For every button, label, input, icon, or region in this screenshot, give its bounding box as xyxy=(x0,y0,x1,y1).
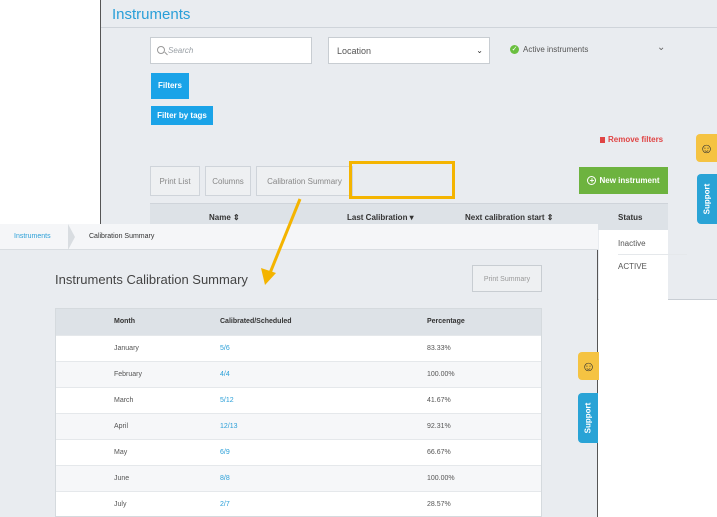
columns-button[interactable]: Columns xyxy=(205,166,251,196)
support-button[interactable]: Support xyxy=(697,174,717,224)
location-value: Location xyxy=(337,46,372,56)
table-row: April 12/13 92.31% xyxy=(56,413,541,439)
column-next-calibration[interactable]: Next calibration start ⇕ xyxy=(465,213,554,222)
percentage-cell: 28.57% xyxy=(427,501,451,508)
table-row: May 6/9 66.67% xyxy=(56,439,541,465)
smiley-icon: ☺ xyxy=(581,358,596,374)
summary-table-header: Month Calibrated/Scheduled Percentage xyxy=(56,309,541,335)
highlight-box xyxy=(349,161,455,199)
support-button[interactable]: Support xyxy=(578,393,598,443)
percentage-cell: 100.00% xyxy=(427,475,455,482)
ratio-link[interactable]: 4/4 xyxy=(220,371,230,378)
month-cell: April xyxy=(114,423,129,430)
month-cell: July xyxy=(114,501,127,508)
calibration-summary-window: Instruments Calibration Summary Instrume… xyxy=(0,224,598,517)
remove-filters-label: Remove filters xyxy=(608,135,664,144)
support-label: Support xyxy=(702,183,712,215)
smiley-icon: ☺ xyxy=(699,140,714,156)
title-divider xyxy=(101,27,717,28)
filter-by-tags-button[interactable]: Filter by tags xyxy=(151,106,213,125)
check-circle-icon: ✓ xyxy=(510,45,519,55)
feedback-button[interactable]: ☺ xyxy=(578,352,599,380)
table-row: January 5/6 83.33% xyxy=(56,335,541,361)
month-cell: March xyxy=(114,397,134,404)
header-month: Month xyxy=(114,318,135,325)
ratio-link[interactable]: 12/13 xyxy=(220,423,238,430)
table-row: July 2/7 28.57% xyxy=(56,491,541,516)
column-status: Status xyxy=(618,213,643,222)
trash-icon xyxy=(600,136,605,143)
feedback-button[interactable]: ☺ xyxy=(696,134,717,162)
print-list-button[interactable]: Print List xyxy=(150,166,200,196)
month-cell: June xyxy=(114,475,130,482)
ratio-link[interactable]: 5/6 xyxy=(220,345,230,352)
screenshot-stage: Instruments Search Location ⌄ ✓ Active in… xyxy=(0,0,717,517)
summary-title: Instruments Calibration Summary xyxy=(55,272,248,287)
table-row: March 5/12 41.67% xyxy=(56,387,541,413)
ratio-link[interactable]: 8/8 xyxy=(220,475,230,482)
percentage-cell: 83.33% xyxy=(427,345,451,352)
breadcrumb-separator xyxy=(68,224,75,250)
filters-button[interactable]: Filters xyxy=(151,73,189,99)
breadcrumb-current: Calibration Summary xyxy=(89,233,155,240)
print-summary-button[interactable]: Print Summary xyxy=(472,265,542,292)
status-cell: ACTIVE xyxy=(618,262,647,271)
month-cell: January xyxy=(114,345,139,352)
new-instrument-button[interactable]: + New instrument xyxy=(579,167,668,194)
remove-filters-link[interactable]: Remove filters xyxy=(600,135,663,144)
support-label: Support xyxy=(583,402,593,434)
chevron-down-icon: ⌄ xyxy=(476,46,483,55)
new-instrument-label: New instrument xyxy=(599,176,660,185)
location-select[interactable]: Location ⌄ xyxy=(328,37,490,64)
column-last-calibration[interactable]: Last Calibration ▾ xyxy=(347,213,414,222)
table-row: June 8/8 100.00% xyxy=(56,465,541,491)
ratio-link[interactable]: 5/12 xyxy=(220,397,234,404)
table-row: February 4/4 100.00% xyxy=(56,361,541,387)
active-filter-label: Active instruments xyxy=(523,45,589,54)
breadcrumb: Instruments Calibration Summary xyxy=(0,224,598,250)
breadcrumb-instruments[interactable]: Instruments xyxy=(14,233,51,240)
month-cell: May xyxy=(114,449,128,456)
search-input[interactable]: Search xyxy=(150,37,312,64)
summary-table: Month Calibrated/Scheduled Percentage Ja… xyxy=(55,308,542,517)
plus-icon: + xyxy=(587,176,597,186)
month-cell: February xyxy=(114,371,143,378)
calibration-summary-button[interactable]: Calibration Summary xyxy=(256,166,353,196)
header-percentage: Percentage xyxy=(427,318,465,325)
header-calibrated-scheduled: Calibrated/Scheduled xyxy=(220,318,292,325)
ratio-link[interactable]: 6/9 xyxy=(220,449,230,456)
page-title: Instruments xyxy=(112,6,191,23)
ratio-link[interactable]: 2/7 xyxy=(220,501,230,508)
percentage-cell: 66.67% xyxy=(427,449,451,456)
percentage-cell: 100.00% xyxy=(427,371,455,378)
percentage-cell: 41.67% xyxy=(427,397,451,404)
active-instruments-filter[interactable]: ✓ Active instruments xyxy=(510,45,589,55)
row-divider xyxy=(618,254,687,255)
status-cell: Inactive xyxy=(618,239,646,248)
status-column-cells: Inactive ACTIVE xyxy=(599,230,687,300)
chevron-down-icon[interactable]: ⌄ xyxy=(657,42,665,53)
column-name[interactable]: Name ⇕ xyxy=(209,213,240,222)
percentage-cell: 92.31% xyxy=(427,423,451,430)
search-icon xyxy=(157,46,165,54)
search-placeholder: Search xyxy=(168,46,194,55)
